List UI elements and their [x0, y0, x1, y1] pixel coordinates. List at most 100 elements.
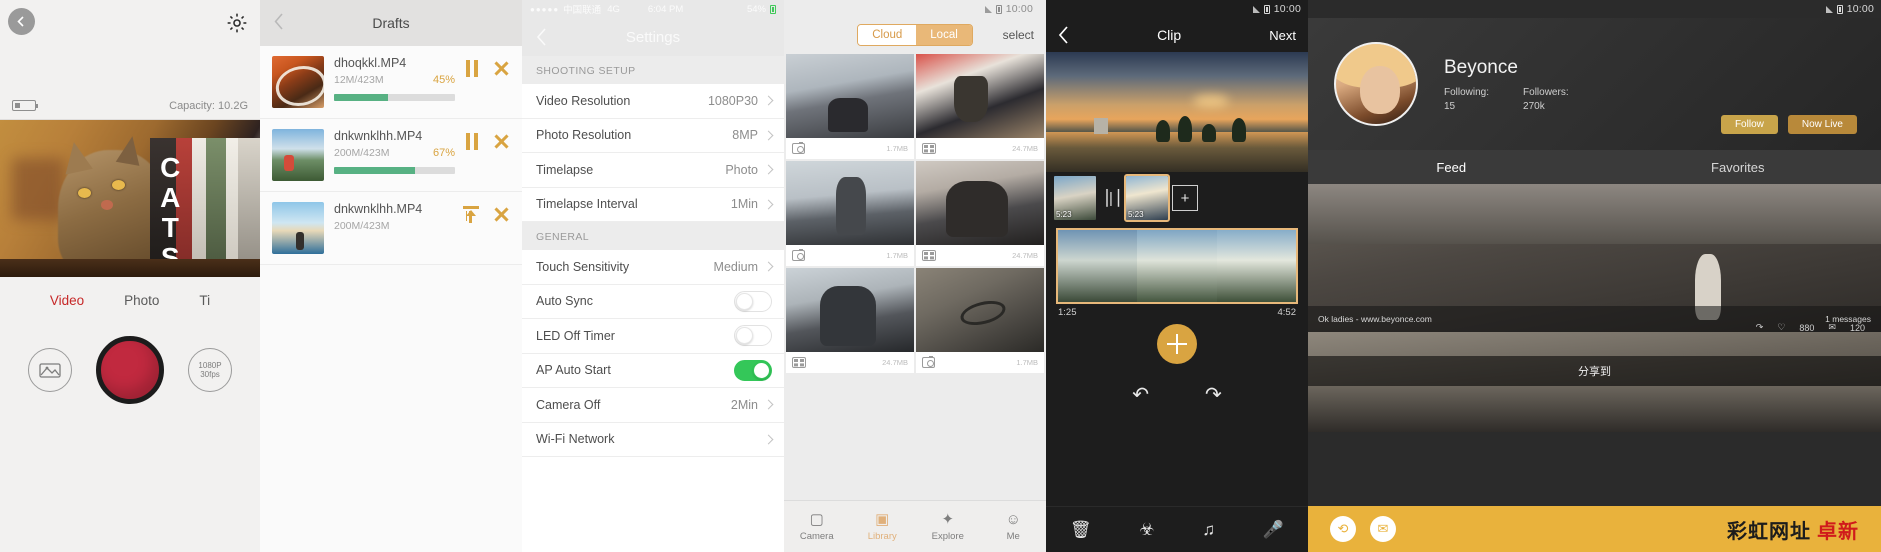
filter-icon[interactable]: ☣: [1139, 520, 1154, 540]
back-button[interactable]: [8, 8, 35, 35]
setting-row-auto-sync[interactable]: Auto Sync: [522, 284, 784, 319]
table-row[interactable]: dnkwnklhh.MP4 200M/423M: [260, 192, 522, 265]
list-item[interactable]: 24.7MB: [786, 268, 914, 373]
clip-time: 5:23: [1128, 210, 1144, 219]
followers-count: 270k: [1523, 100, 1545, 112]
record-button[interactable]: [96, 336, 164, 404]
list-item[interactable]: 1.7MB: [786, 161, 914, 266]
tab-favorites[interactable]: Favorites: [1595, 150, 1881, 184]
setting-row-camera-off[interactable]: Camera Off 2Min: [522, 388, 784, 423]
cancel-icon[interactable]: [493, 206, 510, 223]
share-icon[interactable]: ↷: [1756, 322, 1764, 333]
undo-icon[interactable]: ↶: [1132, 382, 1149, 407]
trash-icon[interactable]: 🗑: [1070, 520, 1092, 540]
pause-icon[interactable]: [465, 133, 479, 150]
setting-label: Timelapse: [536, 162, 594, 177]
tab-explore[interactable]: ✦ Explore: [915, 501, 981, 552]
ap-auto-start-toggle[interactable]: [734, 359, 772, 381]
table-row[interactable]: dhoqkkl.MP4 12M/423M 45%: [260, 46, 522, 119]
watermark: 彩虹网址 卓新: [1727, 515, 1859, 544]
comment-icon[interactable]: ✉: [1828, 322, 1836, 333]
auto-sync-toggle[interactable]: [734, 290, 772, 312]
camera-mode-photo[interactable]: Photo: [124, 293, 159, 308]
cancel-icon[interactable]: [493, 60, 510, 77]
followers-stat[interactable]: Followers: 270k: [1523, 87, 1569, 112]
tab-camera[interactable]: ▢ Camera: [784, 501, 850, 552]
setting-row-timelapse[interactable]: Timelapse Photo: [522, 153, 784, 188]
video-preview[interactable]: [1046, 52, 1308, 172]
gallery-button[interactable]: [28, 348, 72, 392]
status-bar: 10:00: [1046, 0, 1308, 18]
segment-local[interactable]: Local: [916, 25, 972, 45]
source-segmented-control[interactable]: Cloud Local: [857, 24, 973, 46]
add-clip-button[interactable]: +: [1172, 185, 1198, 211]
gear-icon[interactable]: [226, 12, 248, 34]
music-icon[interactable]: ♫: [1202, 520, 1215, 540]
drafts-header: Drafts: [260, 0, 522, 46]
refresh-icon[interactable]: ⟲: [1330, 516, 1356, 542]
feed-second-image[interactable]: 分享到: [1308, 332, 1881, 432]
like-icon[interactable]: ♡: [1777, 322, 1785, 333]
avatar[interactable]: [1334, 42, 1418, 126]
profile-header: Beyonce Following: 15 Followers: 270k Fo…: [1308, 18, 1881, 150]
gallery-header: Cloud Local select: [784, 18, 1046, 52]
led-off-timer-toggle[interactable]: [734, 325, 772, 347]
next-button[interactable]: Next: [1269, 28, 1296, 43]
status-bar: 10:00: [1308, 0, 1881, 18]
pause-icon[interactable]: [465, 60, 479, 77]
follow-button[interactable]: Follow: [1720, 115, 1778, 134]
chevron-left-icon[interactable]: [274, 13, 284, 30]
chat-icon[interactable]: ✉: [1370, 516, 1396, 542]
setting-label: Video Resolution: [536, 93, 631, 108]
camera-mode-video[interactable]: Video: [50, 293, 84, 308]
setting-row-ap-auto-start[interactable]: AP Auto Start: [522, 353, 784, 388]
feed-post-image[interactable]: Ok ladies - www.beyonce.com 1 messages: [1308, 184, 1881, 332]
list-item[interactable]: 24.7MB: [916, 161, 1044, 266]
filmstrip-thumb-selected[interactable]: 5:23: [1124, 174, 1170, 222]
upload-icon[interactable]: [463, 206, 479, 223]
feed-section: Ok ladies - www.beyonce.com 1 messages: [1308, 184, 1881, 332]
mic-icon[interactable]: 🎤: [1263, 520, 1284, 540]
list-item[interactable]: 1.7MB: [916, 268, 1044, 373]
setting-row-touch-sensitivity[interactable]: Touch Sensitivity Medium: [522, 250, 784, 285]
capacity-label: Capacity: 10.2G: [169, 99, 248, 112]
setting-row-wifi-network[interactable]: Wi-Fi Network: [522, 422, 784, 457]
tab-feed[interactable]: Feed: [1308, 150, 1595, 184]
share-bar[interactable]: 分享到: [1308, 356, 1881, 386]
list-item[interactable]: 24.7MB: [916, 54, 1044, 159]
signal-dots-icon: ●●●●●: [530, 4, 560, 14]
book-title-text: CATS: [154, 152, 186, 272]
segment-cloud[interactable]: Cloud: [858, 25, 917, 45]
setting-row-photo-resolution[interactable]: Photo Resolution 8MP: [522, 118, 784, 153]
status-time: 10:00: [1005, 3, 1033, 15]
select-button[interactable]: select: [1003, 28, 1034, 42]
trim-window[interactable]: [1056, 228, 1298, 304]
quality-button[interactable]: 1080P 30fps: [188, 348, 232, 392]
comments-count: 120: [1849, 322, 1865, 333]
setting-row-video-resolution[interactable]: Video Resolution 1080P30: [522, 84, 784, 119]
screenshot-strip: Capacity: 10.2G CATS Video Photo Ti 1080…: [0, 0, 1881, 552]
split-icon[interactable]: ⎥|⎥: [1100, 176, 1122, 220]
chevron-left-icon[interactable]: [536, 28, 547, 46]
media-size: 1.7MB: [886, 251, 908, 260]
tab-library[interactable]: ▣ Library: [850, 501, 916, 552]
now-live-button[interactable]: Now Live: [1787, 115, 1857, 134]
chevron-left-icon[interactable]: [1058, 26, 1069, 44]
draft-size: 12M/423M: [334, 74, 384, 86]
cancel-icon[interactable]: [493, 133, 510, 150]
list-item[interactable]: 1.7MB: [786, 54, 914, 159]
camera-icon: [792, 141, 805, 154]
filmstrip-thumb[interactable]: 5:23: [1054, 176, 1096, 220]
crosshair-button[interactable]: [1157, 324, 1197, 364]
setting-row-led-off-timer[interactable]: LED Off Timer: [522, 319, 784, 354]
camera-mode-timelapse[interactable]: Ti: [199, 293, 210, 308]
media-size: 1.7MB: [1016, 358, 1038, 367]
tab-label: Me: [1006, 530, 1020, 542]
redo-icon[interactable]: ↷: [1205, 382, 1222, 407]
table-row[interactable]: dnkwnklhh.MP4 200M/423M 67%: [260, 119, 522, 192]
camera-icon: [792, 248, 805, 261]
following-stat[interactable]: Following: 15: [1444, 87, 1489, 112]
setting-row-timelapse-interval[interactable]: Timelapse Interval 1Min: [522, 187, 784, 222]
panel-social: 10:00 Beyonce Following: 15 Followers: 2…: [1308, 0, 1881, 552]
tab-me[interactable]: ☺ Me: [981, 501, 1047, 552]
